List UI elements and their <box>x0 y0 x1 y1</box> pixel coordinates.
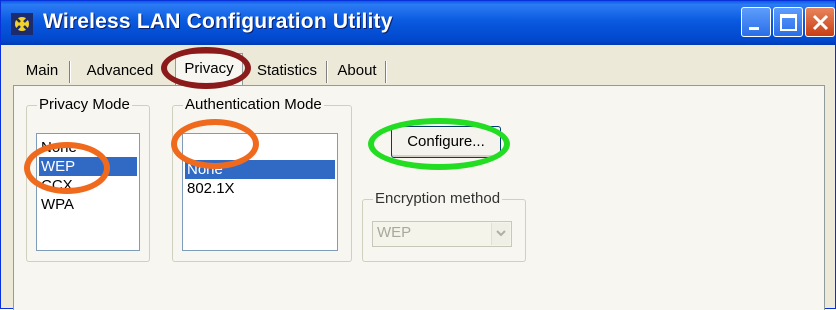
tab-about[interactable]: About <box>333 57 381 85</box>
privacy-mode-list[interactable]: None WEP CCX WPA <box>36 133 140 251</box>
configure-button[interactable]: Configure... <box>391 126 501 158</box>
list-item[interactable]: None <box>39 138 137 157</box>
list-item[interactable]: CCX <box>39 176 137 195</box>
auth-mode-list[interactable]: None 802.1X <box>182 133 338 251</box>
tab-divider <box>326 61 327 83</box>
app-icon <box>11 13 33 35</box>
encryption-group: Encryption method WEP <box>362 190 526 262</box>
list-item-selected[interactable]: None <box>185 160 335 179</box>
close-button[interactable] <box>805 7 835 37</box>
maximize-icon <box>780 14 797 31</box>
privacy-mode-title: Privacy Mode <box>37 96 132 113</box>
title-bar[interactable]: Wireless LAN Configuration Utility <box>1 1 835 45</box>
encryption-select[interactable]: WEP <box>372 221 512 247</box>
privacy-mode-group: Privacy Mode None WEP CCX WPA <box>26 96 150 262</box>
close-icon <box>812 14 829 31</box>
minimize-icon <box>749 27 759 30</box>
tab-divider <box>385 61 386 83</box>
encryption-value: WEP <box>377 224 412 241</box>
auth-mode-title: Authentication Mode <box>183 96 324 113</box>
privacy-panel: Privacy Mode None WEP CCX WPA Authentica… <box>13 85 825 310</box>
app-window: Wireless LAN Configuration Utility Main … <box>0 0 836 310</box>
list-item[interactable]: 802.1X <box>185 179 335 198</box>
window-title: Wireless LAN Configuration Utility <box>43 10 393 33</box>
tab-divider <box>69 61 70 83</box>
tab-statistics[interactable]: Statistics <box>249 57 325 85</box>
chevron-down-icon <box>496 230 506 237</box>
tab-main[interactable]: Main <box>17 57 67 85</box>
tab-advanced[interactable]: Advanced <box>77 57 163 85</box>
auth-mode-group: Authentication Mode None 802.1X <box>172 96 352 262</box>
tab-privacy[interactable]: Privacy <box>175 53 243 85</box>
list-item-selected[interactable]: WEP <box>39 157 137 176</box>
dropdown-button[interactable] <box>491 223 510 245</box>
list-item[interactable]: WPA <box>39 195 137 214</box>
minimize-button[interactable] <box>741 7 771 37</box>
maximize-button[interactable] <box>773 7 803 37</box>
encryption-title: Encryption method <box>373 190 503 207</box>
